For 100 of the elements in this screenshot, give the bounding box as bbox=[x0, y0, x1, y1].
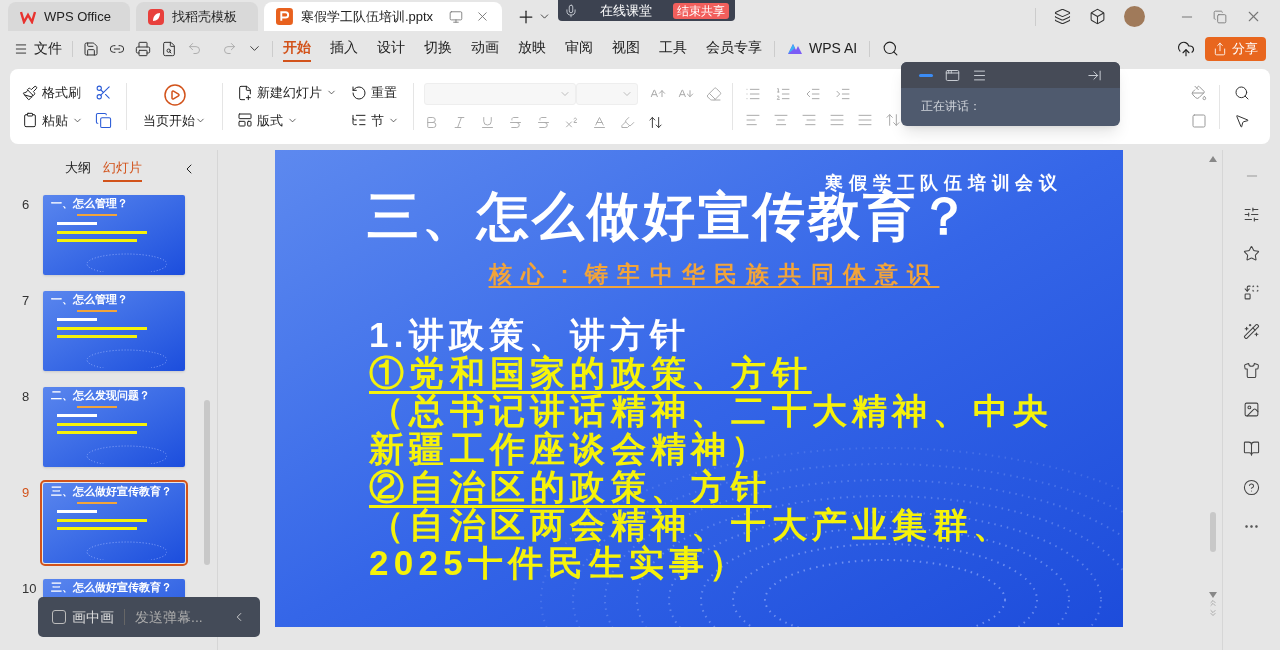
select-icon[interactable] bbox=[1234, 112, 1250, 129]
ribbon-tab[interactable]: 工具 bbox=[659, 35, 687, 62]
ribbon-tab[interactable]: 切换 bbox=[424, 35, 452, 62]
font-color-icon[interactable] bbox=[592, 115, 607, 130]
image-icon[interactable] bbox=[1243, 401, 1260, 418]
slide-thumbnail[interactable]: 一、怎么管理？ bbox=[43, 291, 185, 371]
find-icon[interactable] bbox=[1234, 84, 1250, 101]
new-slide-button[interactable]: 新建幻灯片 bbox=[237, 83, 337, 103]
slide-thumbnail[interactable]: 三、怎么做好宣传教育？ bbox=[43, 483, 185, 563]
slide-text-line: ②自治区的政策、方针 bbox=[369, 467, 773, 506]
pip-label: 画中画 bbox=[72, 607, 114, 627]
superscript-icon[interactable] bbox=[564, 115, 579, 130]
cube-icon[interactable] bbox=[1089, 8, 1106, 25]
help-icon[interactable] bbox=[1243, 479, 1260, 496]
slide-thumbnail[interactable]: 三、怎么做好宣传教育？ bbox=[43, 579, 185, 597]
core-subtitle: 核心：铸牢中华民族共同体意识 bbox=[488, 260, 940, 289]
magic-wand-icon[interactable] bbox=[1243, 323, 1260, 340]
search-icon[interactable] bbox=[882, 40, 900, 57]
panel-tab[interactable]: 幻灯片 bbox=[103, 156, 142, 182]
book-search-icon[interactable] bbox=[1243, 440, 1260, 457]
fill-icon[interactable] bbox=[1191, 84, 1207, 101]
menu-icon[interactable] bbox=[14, 41, 28, 56]
clipboard-icon[interactable] bbox=[22, 112, 38, 129]
thumbnail-title: 一、怎么管理？ bbox=[51, 197, 128, 210]
document-tab[interactable]: WPS Office bbox=[8, 2, 130, 31]
print-preview-icon[interactable] bbox=[161, 40, 177, 57]
windows-icon[interactable] bbox=[1054, 8, 1071, 25]
phonetic-icon[interactable] bbox=[648, 115, 663, 130]
ai-logo-icon bbox=[787, 42, 803, 55]
minimize-tab-icon[interactable] bbox=[919, 73, 933, 77]
paintbrush-icon[interactable] bbox=[22, 84, 38, 101]
pip-checkbox[interactable] bbox=[52, 610, 66, 624]
wps-ai-button[interactable]: WPS AI bbox=[787, 38, 858, 59]
cloud-upload-icon[interactable] bbox=[1177, 39, 1195, 58]
outline-icon[interactable] bbox=[1191, 112, 1207, 129]
document-tab[interactable]: 寒假学工队伍培训.pptx bbox=[264, 2, 502, 31]
list-icon[interactable] bbox=[972, 67, 987, 83]
thumbnail-title: 三、怎么做好宣传教育？ bbox=[51, 581, 172, 594]
scrollbar-thumb[interactable] bbox=[204, 400, 210, 565]
copy-icon[interactable] bbox=[95, 111, 112, 129]
transition-icon[interactable] bbox=[1243, 284, 1260, 301]
monitor-icon[interactable] bbox=[449, 9, 464, 24]
play-current-slide-button[interactable]: 当页开始 bbox=[127, 82, 223, 131]
danmaku-input[interactable]: 发送弹幕... bbox=[135, 606, 215, 628]
microphone-icon[interactable] bbox=[564, 3, 578, 18]
window-icon[interactable] bbox=[945, 67, 960, 83]
underline-icon[interactable] bbox=[480, 115, 495, 130]
reset-icon[interactable] bbox=[351, 84, 367, 101]
slide-text-line: （总书记讲话精神、二十大精神、中央新疆工作座谈会精神） bbox=[369, 391, 1055, 468]
panel-tab[interactable]: 大纲 bbox=[65, 156, 91, 182]
redo-icon[interactable] bbox=[222, 41, 237, 56]
file-menu[interactable]: 文件 bbox=[14, 38, 62, 59]
ribbon-tab[interactable]: 放映 bbox=[518, 35, 546, 62]
slide-thumbnail[interactable]: 二、怎么发现问题？ bbox=[43, 387, 185, 467]
reset-button[interactable]: 重置 bbox=[351, 83, 399, 103]
slide-thumbnail[interactable]: 一、怎么管理？ bbox=[43, 195, 185, 275]
scroll-up-icon[interactable] bbox=[1209, 156, 1217, 162]
animation-icon[interactable] bbox=[1243, 245, 1260, 262]
font-size-field[interactable] bbox=[576, 83, 638, 105]
play-icon[interactable] bbox=[162, 82, 187, 107]
eraser-icon[interactable] bbox=[706, 86, 722, 102]
restore-icon[interactable] bbox=[1213, 9, 1227, 24]
new-slide-icon[interactable] bbox=[237, 84, 253, 101]
strikethrough-icon[interactable] bbox=[508, 115, 523, 130]
format-painter-button[interactable]: 格式刷 bbox=[22, 83, 83, 103]
undo-icon[interactable] bbox=[187, 41, 202, 56]
share-icon[interactable] bbox=[1213, 41, 1227, 56]
highlight-icon[interactable] bbox=[620, 115, 635, 130]
properties-icon[interactable] bbox=[1243, 206, 1260, 223]
double-strikethrough-icon[interactable] bbox=[536, 115, 551, 130]
ribbon-tab[interactable]: 会员专享 bbox=[706, 35, 762, 62]
leaf-logo-icon bbox=[148, 8, 164, 25]
ribbon-tab[interactable]: 视图 bbox=[612, 35, 640, 62]
slide-number: 8 bbox=[21, 388, 31, 406]
bold-icon[interactable] bbox=[424, 115, 439, 130]
avatar[interactable] bbox=[1124, 6, 1145, 27]
close-icon[interactable] bbox=[475, 9, 490, 24]
thumbnail-title: 一、怎么管理？ bbox=[51, 293, 128, 306]
print-icon[interactable] bbox=[135, 40, 151, 57]
section-button[interactable]: 节 bbox=[351, 110, 399, 130]
slide-text-line: 1.讲政策、讲方针 bbox=[369, 315, 692, 354]
ribbon-tab[interactable]: 插入 bbox=[330, 35, 358, 62]
line-spacing-icon[interactable] bbox=[885, 111, 901, 128]
ribbon-tab[interactable]: 设计 bbox=[377, 35, 405, 62]
font-name-field[interactable] bbox=[424, 83, 576, 105]
layout-button[interactable]: 版式 bbox=[237, 110, 337, 130]
document-tab[interactable]: 找稻壳模板 bbox=[136, 2, 258, 31]
italic-icon[interactable] bbox=[452, 115, 467, 130]
ribbon-tab[interactable]: 审阅 bbox=[565, 35, 593, 62]
slide-number: 6 bbox=[21, 196, 31, 214]
scroll-down-icon[interactable] bbox=[1209, 592, 1217, 598]
ribbon-tab[interactable]: 动画 bbox=[471, 35, 499, 62]
save-icon[interactable] bbox=[83, 40, 99, 57]
cut-icon[interactable] bbox=[95, 84, 112, 102]
scrollbar-thumb[interactable] bbox=[1210, 512, 1216, 552]
numbered-list-icon[interactable] bbox=[775, 85, 791, 102]
shirt-icon[interactable] bbox=[1243, 362, 1260, 379]
paste-button[interactable]: 粘贴 bbox=[22, 110, 83, 130]
slide-text-line: （自治区两会精神、十大产业集群、2025十件民生实事） bbox=[369, 505, 1014, 582]
layout-icon[interactable] bbox=[237, 112, 253, 129]
